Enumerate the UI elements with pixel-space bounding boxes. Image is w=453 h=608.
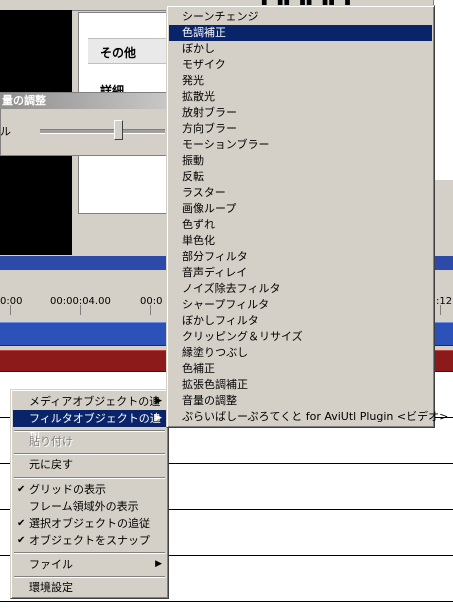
menu-item-add-filter-object[interactable]: フィルタオブジェクトの追加 ▶ (13, 410, 166, 442)
menu-item-follow-selection[interactable]: ✔ 選択オブジェクトの追従 (13, 515, 166, 532)
filter-item-invert[interactable]: 反転 (169, 169, 432, 185)
filter-item-diffuse[interactable]: 拡散光 (169, 89, 432, 105)
menu-item-label: 元に戻す (29, 458, 73, 471)
filter-item-glow[interactable]: 発光 (169, 73, 432, 89)
menu-item-label: 貼り付け (29, 435, 73, 448)
filter-item-vibrate[interactable]: 振動 (169, 153, 432, 169)
menu-separator (14, 552, 165, 554)
filter-item-color-shift[interactable]: 色ずれ (169, 217, 432, 233)
filter-object-submenu: シーンチェンジ 色調補正 ぼかし モザイク 発光 拡散光 放射ブラー 方向ブラー… (166, 5, 448, 428)
timeline-tick-mark (440, 305, 441, 315)
filter-item-directional-blur[interactable]: 方向ブラー (169, 121, 432, 137)
menu-item-show-grid[interactable]: ✔ グリッドの表示 (13, 481, 166, 498)
property-group-label: その他 (100, 46, 137, 60)
menu-item-label: グリッドの表示 (29, 483, 106, 496)
filter-item-radial-blur[interactable]: 放射ブラー (169, 105, 432, 121)
volume-slider-thumb[interactable] (114, 120, 123, 140)
filter-item-color-correction[interactable]: 色補正 (169, 361, 432, 377)
filter-item-blur-filter[interactable]: ぼかしフィルタ (169, 313, 432, 329)
timeline-tick-label: 0:00 (0, 296, 23, 307)
menu-item-snap-objects[interactable]: ✔ オブジェクトをスナップ (13, 532, 166, 549)
menu-separator (14, 430, 165, 432)
filter-item-mosaic[interactable]: モザイク (169, 57, 432, 73)
volume-dialog-title: 量の調整 (0, 93, 170, 109)
menu-item-undo[interactable]: 元に戻す (13, 456, 166, 473)
menu-item-preferences[interactable]: 環境設定 (13, 579, 166, 596)
volume-slider-track[interactable] (40, 129, 165, 134)
layer-divider (0, 601, 453, 602)
menu-item-paste[interactable]: 貼り付け (13, 433, 166, 450)
filter-item-volume-adjust[interactable]: 音量の調整 (169, 393, 432, 409)
check-icon: ✔ (17, 484, 26, 495)
submenu-arrow-icon: ▶ (155, 413, 162, 423)
timeline-tick-mark (150, 305, 151, 315)
filter-item-image-loop[interactable]: 画像ループ (169, 201, 432, 217)
menu-item-show-outside-frame[interactable]: フレーム領域外の表示 (13, 498, 166, 515)
timeline-tick-mark (10, 305, 11, 315)
filter-item-audio-delay[interactable]: 音声ディレイ (169, 265, 432, 281)
filter-item-motion-blur[interactable]: モーションブラー (169, 137, 432, 153)
menu-item-add-media-object[interactable]: メディアオブジェクトの追加 ▶ (13, 393, 166, 425)
menu-item-label: 選択オブジェクトの追従 (29, 517, 150, 530)
timeline-tick-mark (80, 305, 81, 315)
submenu-arrow-icon: ▶ (155, 559, 162, 569)
check-icon: ✔ (17, 518, 26, 529)
menu-separator (14, 576, 165, 578)
volume-label: ル (0, 125, 11, 138)
filter-item-border-fill[interactable]: 縁塗りつぶし (169, 345, 432, 361)
filter-item-privacy-protect-plugin[interactable]: ぷらいばしーぷろてくと for AviUtl Plugin <ビデオ> (169, 409, 448, 425)
timeline-tick-label: 00:0 (140, 296, 163, 307)
menu-item-label: ファイル (29, 558, 73, 571)
submenu-arrow-icon: ▶ (155, 396, 162, 406)
filter-item-noise-reduction[interactable]: ノイズ除去フィルタ (169, 281, 432, 297)
filter-item-clipping-resize[interactable]: クリッピング＆リサイズ (169, 329, 432, 345)
filter-item-partial-filter[interactable]: 部分フィルタ (169, 249, 432, 265)
filter-item-sharpen[interactable]: シャープフィルタ (169, 297, 432, 313)
filter-item-raster[interactable]: ラスター (169, 185, 432, 201)
timeline-context-menu: メディアオブジェクトの追加 ▶ フィルタオブジェクトの追加 ▶ 貼り付け 元に戻… (10, 389, 169, 599)
menu-separator (14, 477, 165, 479)
timeline-tick-label: :12. (436, 296, 453, 307)
right-side-panel (433, 0, 453, 180)
check-icon: ✔ (17, 535, 26, 546)
menu-item-label: フレーム領域外の表示 (29, 500, 139, 513)
menu-separator (14, 453, 165, 455)
filter-item-scene-change[interactable]: シーンチェンジ (169, 9, 432, 25)
menu-item-file[interactable]: ファイル ▶ (13, 556, 166, 573)
menu-item-label: 環境設定 (29, 581, 73, 594)
filter-item-monochrome[interactable]: 単色化 (169, 233, 432, 249)
filter-item-blur[interactable]: ぼかし (169, 41, 432, 57)
menu-item-label: オブジェクトをスナップ (29, 534, 150, 547)
filter-item-color-tone[interactable]: 色調補正 (169, 25, 432, 41)
filter-item-extended-color-tone[interactable]: 拡張色調補正 (169, 377, 432, 393)
